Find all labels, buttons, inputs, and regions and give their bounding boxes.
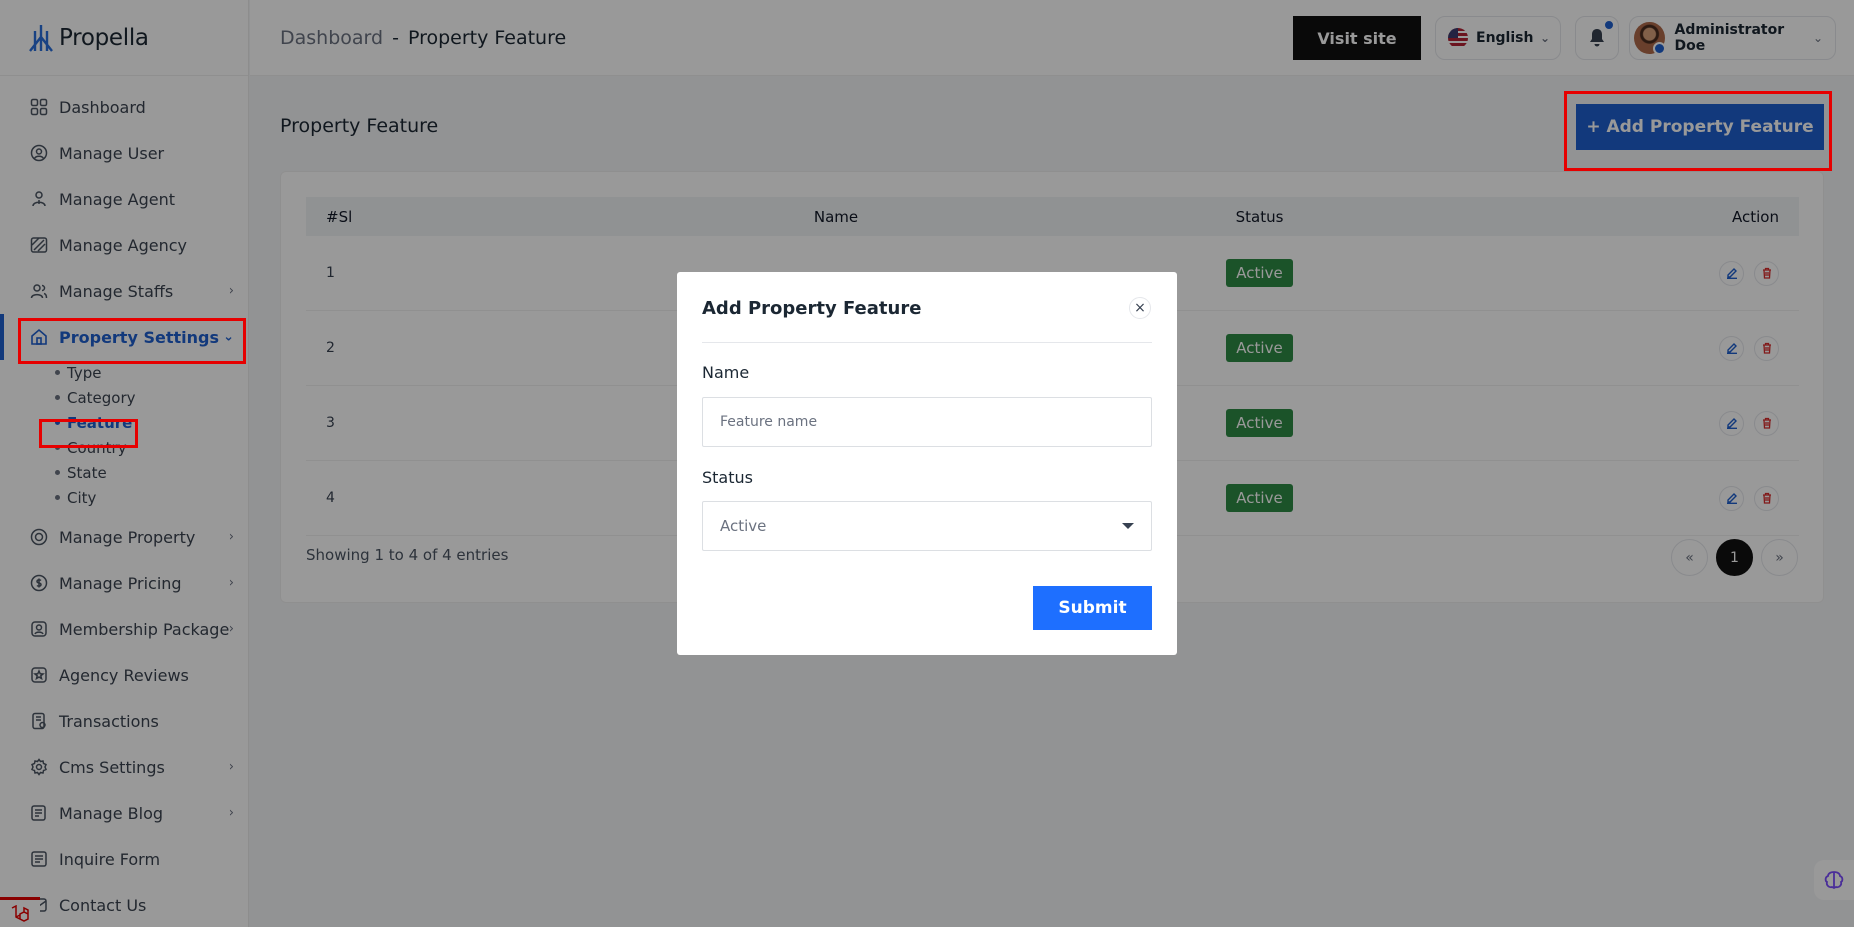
highlight-property-settings	[18, 318, 246, 364]
modal-close-button[interactable]: ×	[1129, 297, 1151, 319]
modal-title: Add Property Feature	[702, 298, 922, 319]
submit-button[interactable]: Submit	[1033, 586, 1152, 630]
name-label: Name	[702, 363, 750, 382]
highlight-feature	[39, 419, 138, 448]
status-select[interactable]: Active	[702, 501, 1152, 551]
status-select-value: Active	[720, 517, 767, 535]
feature-name-input[interactable]	[702, 397, 1152, 447]
highlight-add-button	[1564, 91, 1832, 171]
modal-divider	[702, 342, 1152, 343]
add-property-feature-modal: Add Property Feature × Name Status Activ…	[677, 272, 1177, 655]
caret-down-icon	[1122, 523, 1134, 529]
status-label: Status	[702, 468, 753, 487]
